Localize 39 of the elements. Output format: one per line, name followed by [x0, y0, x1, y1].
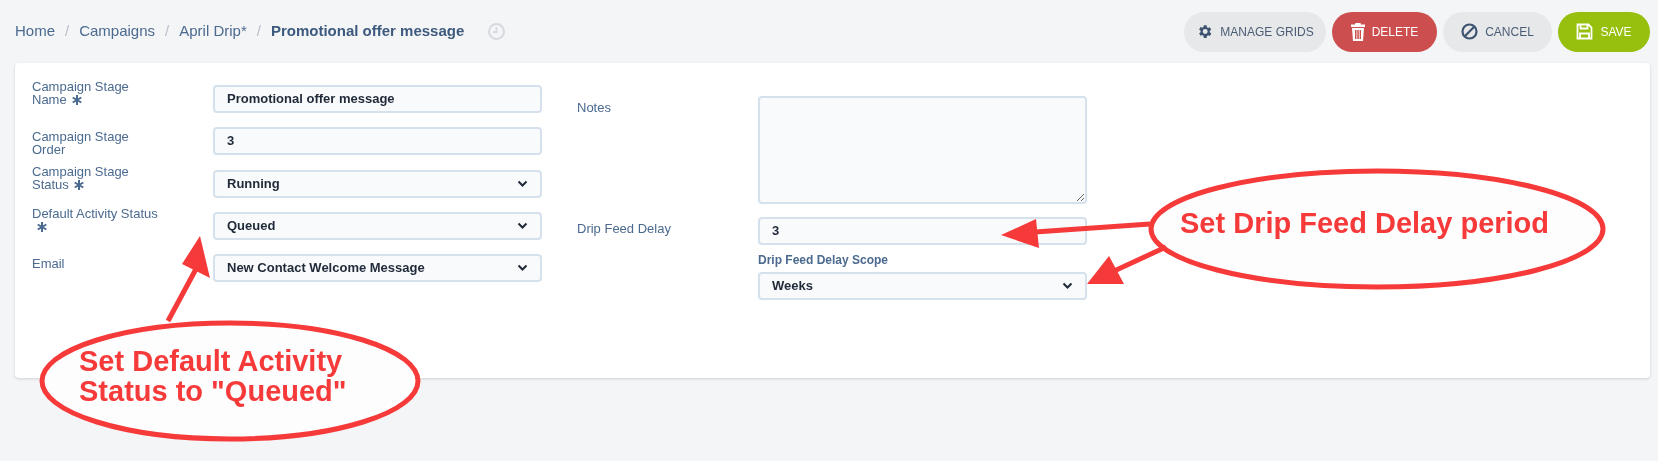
trash-icon — [1350, 22, 1365, 41]
field-label: Drip Feed Delay — [577, 220, 672, 238]
callout-text: Set Default Activity Status to "Queued" — [79, 346, 348, 406]
field-label: Default Activity Status — [32, 207, 213, 233]
cancel-icon — [1461, 23, 1479, 40]
chevron-down-icon — [517, 264, 528, 272]
chevron-down-icon — [517, 222, 528, 230]
drip-feed-delay-field[interactable]: 3 — [758, 217, 1087, 245]
stage-order-field[interactable]: 3 — [213, 127, 542, 155]
breadcrumb-link[interactable]: April Drip* — [179, 20, 247, 43]
activity-status-dropdown[interactable]: Queued — [213, 212, 542, 240]
cancel-button[interactable]: CANCEL — [1443, 11, 1552, 52]
email-dropdown[interactable]: New Contact Welcome Message — [213, 254, 542, 282]
field-label: Email — [32, 257, 66, 270]
callout-text: Set Drip Feed Delay period — [1180, 208, 1551, 238]
manage-grids-button[interactable]: MANAGE GRIDS — [1184, 11, 1326, 52]
gear-icon — [1196, 23, 1214, 40]
delay-scope-dropdown[interactable]: Weeks — [758, 272, 1087, 300]
field-label: Drip Feed Delay Scope — [758, 252, 890, 269]
field-label: Notes — [577, 99, 612, 117]
required-icon — [37, 222, 47, 232]
required-icon — [71, 95, 82, 105]
notes-field[interactable] — [758, 96, 1087, 204]
field-label: Campaign Stage Status — [32, 165, 130, 191]
required-icon — [73, 180, 84, 190]
page-title: Promotional offer message — [270, 21, 465, 42]
field-label: Campaign Stage Order — [32, 130, 130, 156]
chevron-down-icon — [517, 180, 528, 188]
stage-name-field[interactable]: Promotional offer message — [213, 85, 542, 113]
clock-icon[interactable] — [488, 23, 506, 40]
breadcrumb-link[interactable]: Home — [15, 20, 55, 43]
field-label: Campaign Stage Name — [32, 80, 130, 106]
breadcrumb-separator: / — [256, 21, 261, 42]
stage-status-dropdown[interactable]: Running — [213, 170, 542, 198]
breadcrumb-separator: / — [65, 21, 70, 42]
breadcrumb-link[interactable]: Campaigns — [79, 20, 156, 43]
delete-button[interactable]: DELETE — [1332, 11, 1437, 52]
chevron-down-icon — [1062, 282, 1073, 290]
breadcrumb-separator: / — [165, 21, 170, 42]
